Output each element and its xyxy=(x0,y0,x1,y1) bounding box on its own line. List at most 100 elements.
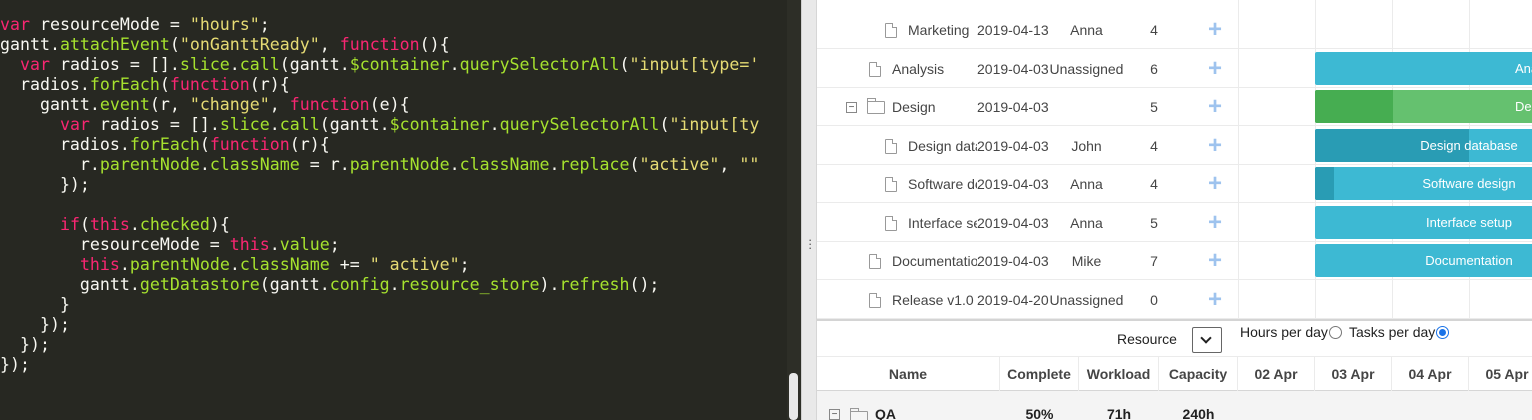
timeline-date-header: 03 Apr xyxy=(1315,357,1392,391)
code-token: gantt. xyxy=(0,275,140,294)
resource-col-header[interactable]: Workload xyxy=(1079,357,1159,391)
add-task-icon[interactable]: + xyxy=(1197,50,1233,88)
task-duration: 4 xyxy=(1150,176,1158,192)
pane-splitter[interactable]: · · · xyxy=(801,0,817,420)
task-bar[interactable]: Analysis xyxy=(1315,51,1532,85)
task-duration: 0 xyxy=(1150,291,1158,308)
code-token: forEach xyxy=(129,135,200,154)
code-token: "onGanttReady" xyxy=(179,35,320,54)
task-bar[interactable]: Software design xyxy=(1315,167,1532,200)
code-token: slice xyxy=(179,55,230,74)
code-token: replace xyxy=(559,155,630,174)
task-start-date: 2019-04-03 xyxy=(977,176,1049,192)
add-task-icon[interactable]: + xyxy=(1197,11,1233,49)
add-task-icon[interactable]: + xyxy=(1197,88,1233,126)
code-line: }); xyxy=(0,335,759,355)
task-row[interactable]: Design database2019-04-03John4+Design da… xyxy=(817,127,1532,165)
code-token: ( xyxy=(79,215,90,234)
resource-mode-radio[interactable] xyxy=(1328,326,1342,339)
task-row[interactable]: Software design2019-04-03Anna4+Software … xyxy=(817,165,1532,203)
task-name-cell[interactable]: Marketing xyxy=(817,11,977,49)
task-assignee: John xyxy=(1071,137,1102,154)
resource-mode-option[interactable]: Hours per day xyxy=(1240,324,1343,340)
code-token: className xyxy=(459,155,550,174)
resource-col-header[interactable]: Complete xyxy=(1000,357,1079,391)
code-token: . xyxy=(119,255,130,274)
splitter-grip-icon[interactable]: · · · xyxy=(808,233,812,254)
task-bar[interactable]: Documentation xyxy=(1315,244,1532,277)
resource-select[interactable] xyxy=(1192,327,1222,353)
code-token: += xyxy=(329,255,370,274)
code-token: ( xyxy=(629,155,640,174)
task-duration: 5 xyxy=(1150,99,1158,115)
code-token: $container xyxy=(349,55,450,74)
resource-row[interactable]: − QA 50% 71h 240h xyxy=(817,391,1532,420)
code-token: . xyxy=(269,115,280,134)
task-assignee: Anna xyxy=(1070,176,1103,192)
code-token: if xyxy=(59,215,80,234)
code-token: parentNode xyxy=(349,155,450,174)
resource-workload: 71h xyxy=(1106,406,1132,420)
code-token: function xyxy=(289,95,370,114)
code-content[interactable]: var resourceMode = "hours"; gantt.attachE… xyxy=(0,15,759,375)
resource-col-header[interactable]: Name xyxy=(817,357,1000,391)
task-bar[interactable]: Design xyxy=(1315,90,1532,123)
resource-mode-option[interactable]: Tasks per day xyxy=(1349,324,1450,340)
code-token: . xyxy=(489,115,500,134)
task-start-date: 2019-04-20 xyxy=(977,291,1049,308)
code-token: }); xyxy=(0,355,30,374)
code-token: (gantt. xyxy=(319,115,390,134)
code-token: ( xyxy=(169,35,180,54)
task-row[interactable]: Documentation 2019-04-03 Mike 7 + Documentati… xyxy=(817,242,1532,280)
timeline-date-header: 04 Apr xyxy=(1392,357,1469,391)
chevron-down-icon xyxy=(1200,332,1212,344)
task-bar[interactable]: Design database xyxy=(1315,128,1532,162)
timeline-date-header: 05 Apr xyxy=(1469,357,1532,391)
task-row[interactable]: Release v1.0 2019-04-20 Unassigned 0 + xyxy=(817,281,1532,319)
code-line: radios.forEach(function(r){ xyxy=(0,135,759,155)
code-editor[interactable]: var resourceMode = "hours"; gantt.attachE… xyxy=(0,0,787,420)
task-name-cell[interactable]: Design database xyxy=(817,127,977,165)
task-row[interactable]: Marketing 2019-04-13 Anna 4 + xyxy=(817,11,1532,49)
task-bar-label: Software design xyxy=(1422,176,1516,191)
resource-mode-group: Hours per day Tasks per day xyxy=(1240,324,1456,340)
code-token: "active" xyxy=(639,155,720,174)
task-row[interactable]: Analysis 2019-04-03Unassigned 6 + Analysis xyxy=(817,50,1532,88)
task-name-cell[interactable]: Release v1.0 xyxy=(817,281,977,319)
code-token: call xyxy=(279,115,320,134)
code-token: }); xyxy=(0,335,50,354)
add-task-icon[interactable]: + xyxy=(1197,281,1233,319)
task-duration: 7 xyxy=(1150,253,1158,269)
task-start-date: 2019-04-13 xyxy=(977,22,1049,38)
add-task-icon[interactable]: + xyxy=(1197,127,1233,165)
code-token: (gantt. xyxy=(279,55,350,74)
add-task-icon[interactable]: + xyxy=(1197,204,1233,242)
code-token: ( xyxy=(199,135,210,154)
add-task-icon[interactable]: + xyxy=(1197,242,1233,280)
resource-mode-radio[interactable] xyxy=(1436,326,1450,339)
code-token: parentNode xyxy=(99,155,200,174)
editor-scrollbar[interactable] xyxy=(787,0,801,420)
task-name-cell[interactable]: − Design xyxy=(817,88,977,126)
task-name-cell[interactable]: Interface setup xyxy=(817,204,977,242)
editor-scrollbar-thumb[interactable] xyxy=(789,373,798,420)
resource-col-header[interactable]: Capacity xyxy=(1159,357,1238,391)
add-task-icon[interactable]: + xyxy=(1197,165,1233,203)
folder-icon xyxy=(850,408,868,420)
task-name-cell[interactable]: Software design xyxy=(817,165,977,203)
document-icon xyxy=(869,292,881,308)
code-token: ; xyxy=(259,15,270,34)
collapse-toggle[interactable]: − xyxy=(829,409,840,420)
code-token: " active" xyxy=(369,255,460,274)
task-row[interactable]: Interface setup2019-04-03Anna5+Interface… xyxy=(817,204,1532,242)
task-assignee: Mike xyxy=(1071,253,1102,269)
code-token: refresh xyxy=(559,275,630,294)
task-name-cell[interactable]: Documentation xyxy=(817,242,977,280)
task-name-cell[interactable]: Analysis xyxy=(817,50,977,88)
task-bar[interactable]: Interface setup xyxy=(1315,205,1532,239)
task-bar-label: Design database xyxy=(1420,137,1518,153)
task-row[interactable]: − Design 2019-04-03 5 + Design xyxy=(817,88,1532,126)
collapse-toggle[interactable]: − xyxy=(846,102,857,113)
